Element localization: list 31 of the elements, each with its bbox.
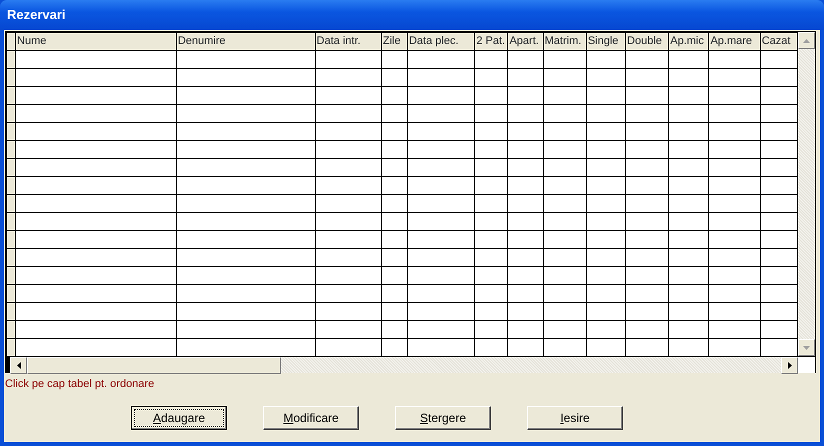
horizontal-scrollbar[interactable] bbox=[10, 357, 798, 373]
left-arrow-icon bbox=[16, 362, 20, 369]
scroll-up-button[interactable] bbox=[798, 32, 815, 49]
action-button[interactable]: Stergere bbox=[395, 406, 491, 430]
column-header[interactable]: Zile bbox=[381, 32, 408, 50]
column-header[interactable]: Apart. bbox=[508, 32, 544, 50]
column-header[interactable]: 2 Pat. bbox=[474, 32, 508, 50]
scroll-left-button[interactable] bbox=[10, 357, 27, 374]
column-header[interactable]: Double bbox=[626, 32, 669, 50]
column-header[interactable]: Data plec. bbox=[407, 32, 475, 50]
column-header[interactable]: Denumire bbox=[176, 32, 316, 50]
data-grid[interactable]: Nume Denumire Data intr. Zile Data plec. 2 Pat. Apart. Matrim. Single Double Ap.mic Ap.mare Cazat bbox=[5, 31, 816, 373]
scroll-right-button[interactable] bbox=[781, 357, 798, 374]
action-button[interactable]: Iesire bbox=[527, 406, 623, 430]
right-arrow-icon bbox=[788, 362, 792, 369]
column-header[interactable]: Matrim. bbox=[543, 32, 586, 50]
scroll-down-button[interactable] bbox=[798, 339, 815, 356]
column-header[interactable]: Data intr. bbox=[315, 32, 382, 50]
down-arrow-icon bbox=[803, 346, 810, 350]
action-button[interactable]: Adaugare bbox=[131, 406, 227, 430]
column-header[interactable]: Nume bbox=[16, 32, 176, 50]
column-header[interactable]: Ap.mare bbox=[708, 32, 760, 50]
vertical-scrollbar[interactable] bbox=[798, 32, 815, 356]
scrollbar-thumb[interactable] bbox=[27, 357, 281, 374]
hint-text: Click pe cap tabel pt. ordonare bbox=[5, 377, 156, 392]
column-header[interactable]: Single bbox=[586, 32, 626, 50]
up-arrow-icon bbox=[803, 38, 810, 42]
column-header[interactable]: Cazat bbox=[760, 32, 798, 50]
column-header[interactable]: Ap.mic bbox=[668, 32, 709, 50]
action-button[interactable]: Modificare bbox=[263, 406, 359, 430]
window-title: Rezervari bbox=[7, 6, 66, 24]
